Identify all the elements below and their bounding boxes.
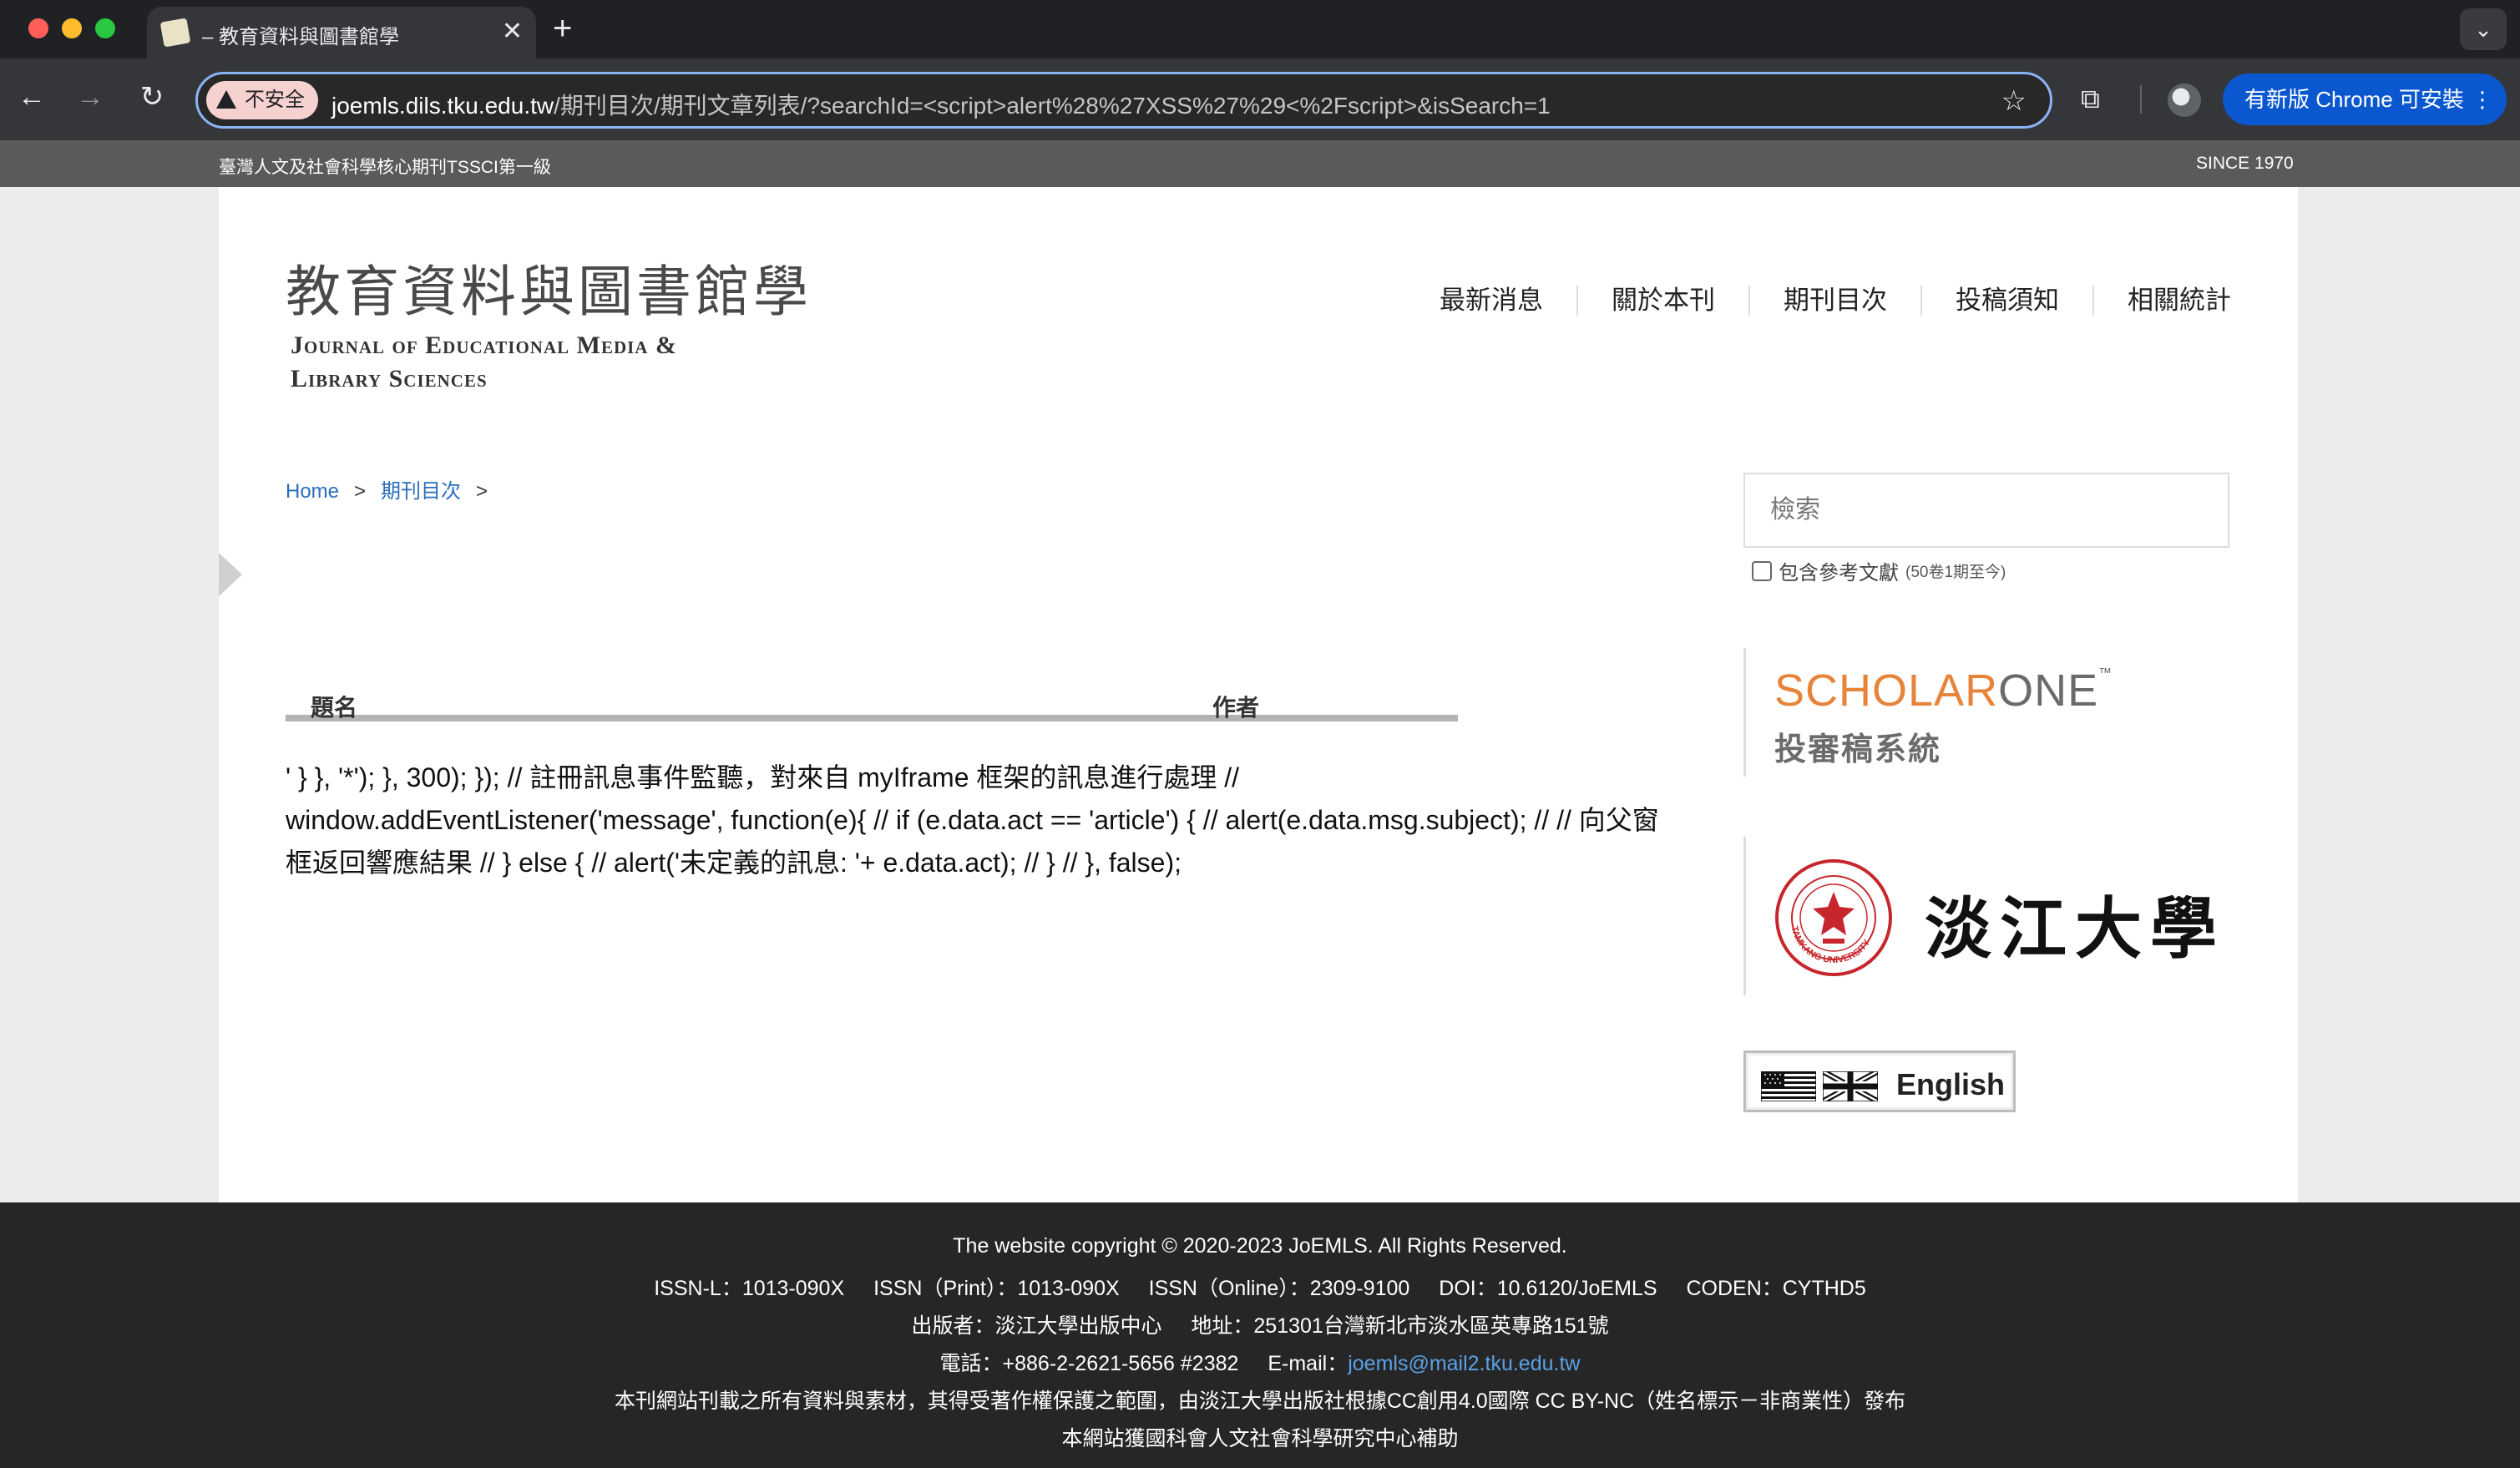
tssci-tagline: 臺灣人文及社會科學核心期刊TSSCI第一級 xyxy=(219,158,551,177)
scholarone-subtitle: 投審稿系統 xyxy=(1774,732,1942,767)
leaked-script-text: ' } }, '*'); }, 300); }); // 註冊訊息事件監聽，對來… xyxy=(286,762,1659,878)
back-arrow-icon[interactable]: ← xyxy=(13,78,50,115)
footer-email-link[interactable]: joemls@mail2.tku.edu.tw xyxy=(1348,1352,1580,1375)
nav-item-statistics[interactable]: 相關統計 xyxy=(2092,286,2231,316)
reload-icon[interactable]: ↻ xyxy=(134,78,170,115)
breadcrumb-separator: > xyxy=(476,480,488,503)
site-logo-english[interactable]: Journal of Educational Media & Library S… xyxy=(291,329,808,396)
trademark-symbol: ™ xyxy=(2098,666,2113,681)
extensions-icon[interactable]: ⧉ xyxy=(2081,82,2100,115)
footer-address: 地址：251301台灣新北市淡水區英專路151號 xyxy=(1191,1314,1609,1338)
more-vert-icon[interactable]: ⋮ xyxy=(2472,73,2493,125)
footer-doi: DOI：10.6120/JoEMLS xyxy=(1439,1277,1657,1300)
english-label: English xyxy=(1896,1067,2006,1101)
nav-item-issues[interactable]: 期刊目次 xyxy=(1748,286,1920,316)
footer-publisher: 出版者：淡江大學出版中心 xyxy=(911,1314,1162,1338)
warning-icon xyxy=(216,90,236,109)
scholarone-logo-part1: SCHOLAR xyxy=(1774,666,1999,716)
site-logo-chinese[interactable]: 教育資料與圖書館學 xyxy=(286,247,812,327)
footer-contact-line: 電話：+886-2-2621-5656 #2382 E-mail：joemls@… xyxy=(0,1347,2520,1377)
chrome-update-label: 有新版 Chrome 可安裝 xyxy=(2244,87,2464,112)
nav-item-submission[interactable]: 投稿須知 xyxy=(1920,286,2092,316)
sidebar-toggle-arrow-icon[interactable] xyxy=(219,553,242,596)
column-header-author: 作者 xyxy=(1212,695,1260,721)
english-button[interactable]: English xyxy=(1743,1050,2016,1112)
scholarone-logo-part2: ONE xyxy=(1998,666,2099,716)
browser-toolbar: ← → ↻ 不安全 joemls.dils.tku.edu.tw/期刊目次/期刊… xyxy=(0,58,2520,140)
site-top-strip: 臺灣人文及社會科學核心期刊TSSCI第一級 SINCE 1970 xyxy=(0,140,2520,187)
star-icon[interactable]: ☆ xyxy=(2001,84,2027,118)
search-box xyxy=(1743,473,2229,548)
url-text[interactable]: joemls.dils.tku.edu.tw/期刊目次/期刊文章列表/?sear… xyxy=(331,88,1551,121)
breadcrumb-issues-link[interactable]: 期刊目次 xyxy=(381,480,461,503)
tab-search-menu-icon[interactable]: ⌄ xyxy=(2460,8,2507,50)
close-icon[interactable]: ✕ xyxy=(502,17,523,47)
footer-identifiers: ISSN-L：1013-090X ISSN（Print）：1013-090X I… xyxy=(0,1272,2520,1302)
browser-tab-bar: – 教育資料與圖書館學 ✕ + ⌄ xyxy=(0,0,2520,58)
page-container: 教育資料與圖書館學 Journal of Educational Media &… xyxy=(219,187,2298,1202)
address-bar[interactable]: 不安全 joemls.dils.tku.edu.tw/期刊目次/期刊文章列表/?… xyxy=(195,72,2052,129)
tab-title: – 教育資料與圖書館學 xyxy=(202,26,400,48)
include-references-note: (50卷1期至今) xyxy=(1905,564,2006,581)
nav-item-about[interactable]: 關於本刊 xyxy=(1576,286,1748,316)
column-header-title: 題名 xyxy=(311,695,358,721)
tku-seal-text: TAMKANG UNIVERSITY xyxy=(1789,925,1873,965)
url-host: joemls.dils.tku.edu.tw xyxy=(331,93,554,119)
logo-english-line1: Journal of Educational Media & xyxy=(291,332,677,359)
svg-text:TAMKANG UNIVERSITY: TAMKANG UNIVERSITY xyxy=(1789,925,1873,965)
footer-issn-online: ISSN（Online）：2309-9100 xyxy=(1148,1277,1410,1300)
main-nav: 最新消息 關於本刊 期刊目次 投稿須知 相關統計 xyxy=(1406,286,2231,316)
tku-banner[interactable]: TAMKANG UNIVERSITY 淡江大學 xyxy=(1743,837,2217,995)
url-path: /期刊目次/期刊文章列表/?searchId=<script>alert%28%… xyxy=(554,93,1551,119)
not-secure-label: 不安全 xyxy=(245,89,305,111)
profile-avatar-icon[interactable] xyxy=(2168,84,2201,117)
footer-coden: CODEN：CYTHD5 xyxy=(1686,1277,1866,1300)
window-close-button[interactable] xyxy=(28,18,48,38)
breadcrumb-separator: > xyxy=(354,480,367,503)
footer-email-label: E-mail： xyxy=(1268,1352,1349,1375)
include-references-label: 包含參考文獻 xyxy=(1779,562,1899,585)
uk-flag-icon xyxy=(1823,1071,1878,1101)
breadcrumb: Home > 期刊目次 > xyxy=(286,474,503,504)
window-minimize-button[interactable] xyxy=(62,18,82,38)
tku-seal-icon: TAMKANG UNIVERSITY xyxy=(1775,859,1892,976)
favicon-icon xyxy=(159,18,191,48)
not-secure-chip[interactable]: 不安全 xyxy=(206,81,318,119)
footer-copyright: The website copyright © 2020-2023 JoEMLS… xyxy=(953,1234,1567,1258)
include-references-option[interactable]: 包含參考文獻 (50卷1期至今) xyxy=(1752,556,2006,585)
toolbar-divider xyxy=(2140,85,2142,114)
nav-item-news[interactable]: 最新消息 xyxy=(1406,286,1576,316)
footer-issn-l: ISSN-L：1013-090X xyxy=(654,1277,845,1300)
us-flag-icon xyxy=(1761,1071,1816,1101)
scholarone-logo: SCHOLARONE™ xyxy=(1774,665,2113,716)
forward-arrow-icon[interactable]: → xyxy=(72,78,109,115)
article-table-header: 題名 作者 xyxy=(286,668,1458,721)
footer-issn-print: ISSN（Print）：1013-090X xyxy=(873,1277,1120,1300)
footer-phone: 電話：+886-2-2621-5656 #2382 xyxy=(939,1352,1239,1375)
search-input[interactable] xyxy=(1745,474,2228,546)
browser-tab[interactable]: – 教育資料與圖書館學 ✕ xyxy=(147,7,536,58)
scholarone-banner[interactable]: SCHOLARONE™ 投審稿系統 xyxy=(1743,648,2161,777)
plus-icon[interactable]: + xyxy=(553,10,572,47)
footer-funding: 本網站獲國科會人文社會科學研究中心補助 xyxy=(1061,1427,1459,1450)
since-label: SINCE 1970 xyxy=(2196,154,2294,173)
chrome-update-button[interactable]: 有新版 Chrome 可安裝 ⋮ xyxy=(2223,73,2507,125)
site-footer: The website copyright © 2020-2023 JoEMLS… xyxy=(0,1202,2520,1468)
include-references-checkbox[interactable] xyxy=(1752,560,1772,581)
breadcrumb-home-link[interactable]: Home xyxy=(286,480,339,503)
tku-name-chinese: 淡江大學 xyxy=(1925,889,2225,968)
logo-english-line2: Library Sciences xyxy=(291,365,488,392)
window-zoom-button[interactable] xyxy=(95,18,115,38)
footer-publisher-line: 出版者：淡江大學出版中心 地址：251301台灣新北市淡水區英專路151號 xyxy=(0,1309,2520,1339)
footer-license: 本刊網站刊載之所有資料與素材，其得受著作權保護之範圍，由淡江大學出版社根據CC創… xyxy=(614,1390,1906,1413)
